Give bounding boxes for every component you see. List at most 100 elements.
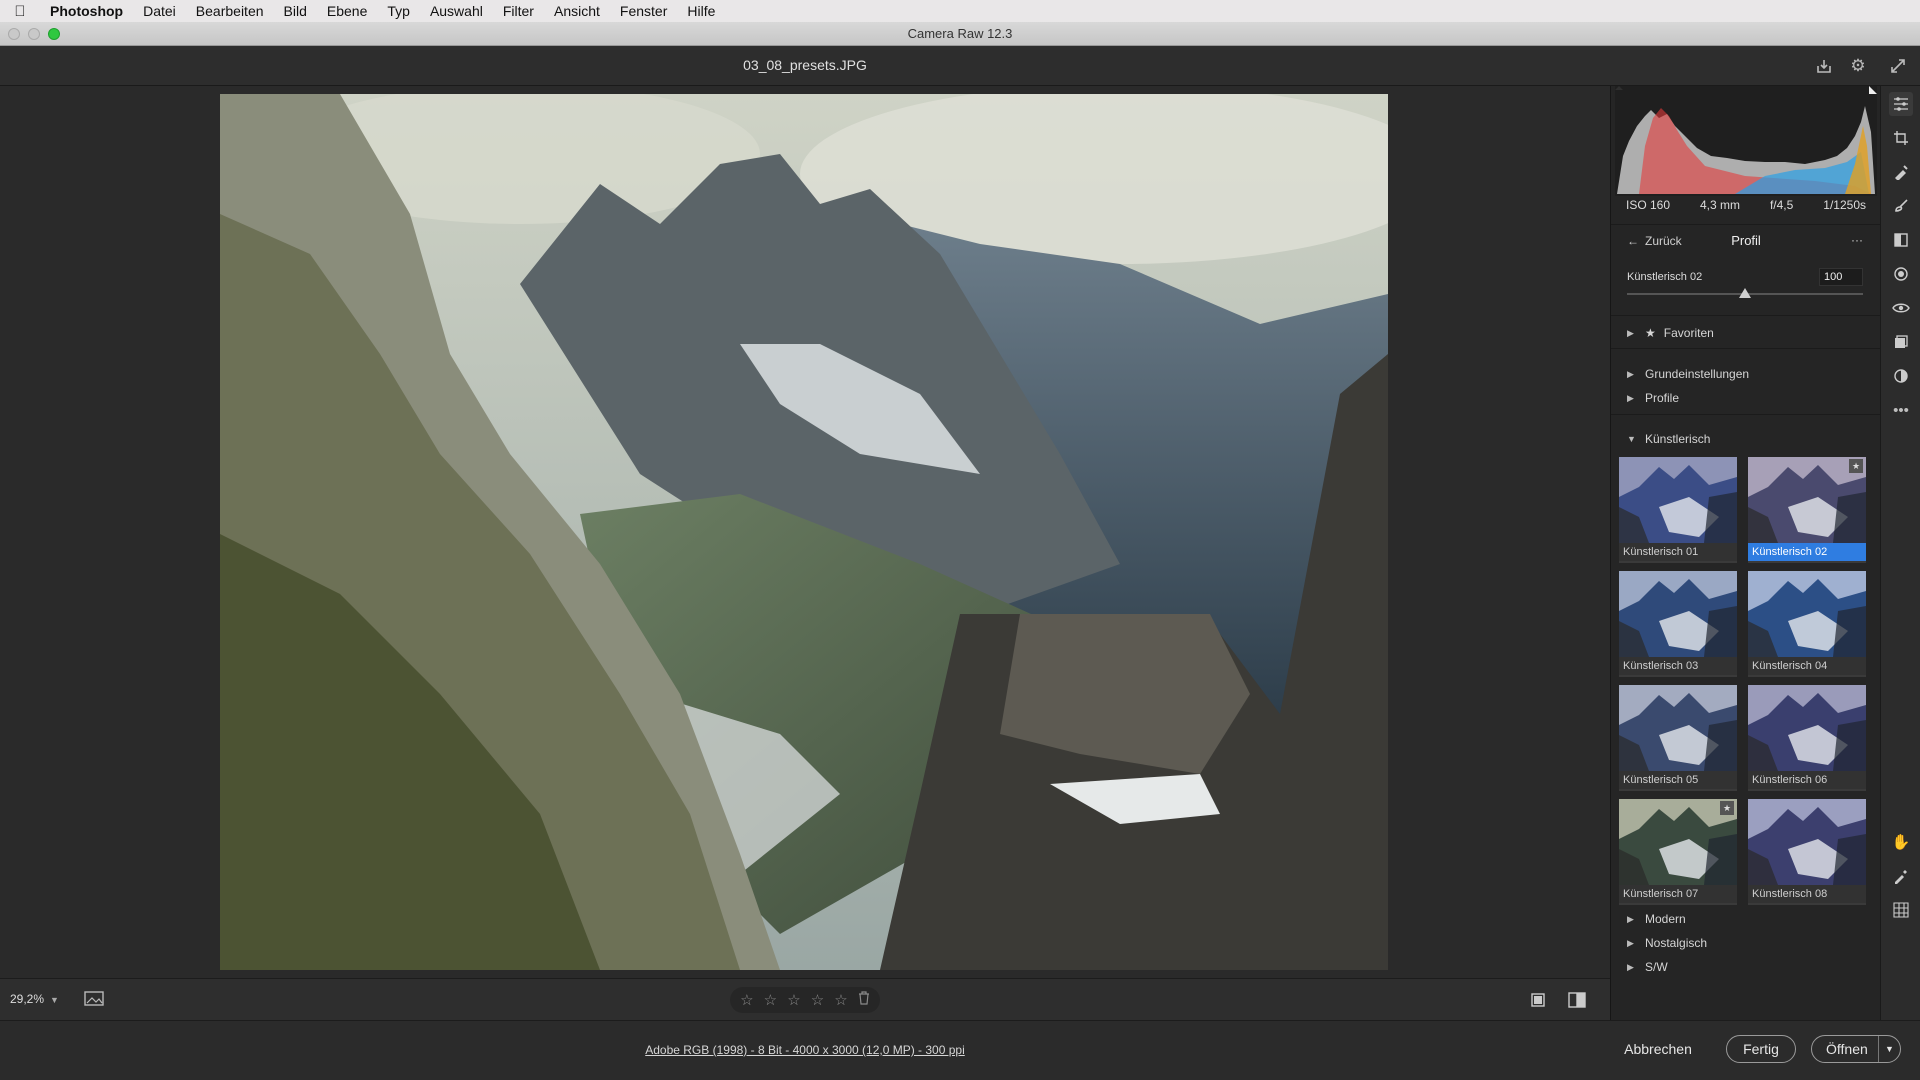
thumbnail-label: Künstlerisch 03 bbox=[1619, 657, 1737, 675]
amount-input[interactable]: 100 bbox=[1819, 268, 1863, 286]
divider bbox=[1611, 414, 1881, 415]
triangle-right-icon: ▶ bbox=[1627, 368, 1634, 379]
zoom-level: 29,2% bbox=[10, 992, 45, 1006]
open-button-label: Öffnen bbox=[1826, 1041, 1868, 1057]
thumbnail-image bbox=[1619, 685, 1737, 771]
menu-auswahl[interactable]: Auswahl bbox=[420, 3, 493, 19]
grid-icon[interactable] bbox=[1889, 898, 1913, 922]
group-label: Favoriten bbox=[1663, 326, 1714, 340]
camera-raw-header: 03_08_presets.JPG ⚙ bbox=[0, 46, 1920, 86]
profile-nav: ← Zurück Profil ··· bbox=[1611, 231, 1881, 253]
group-artistic[interactable]: ▼ Künstlerisch bbox=[1627, 432, 1710, 446]
triangle-right-icon: ▶ bbox=[1627, 961, 1634, 972]
divider bbox=[1611, 348, 1881, 349]
profile-thumbnail[interactable]: Künstlerisch 08 bbox=[1748, 799, 1866, 905]
single-view-icon[interactable] bbox=[1530, 992, 1546, 1013]
aperture-value: f/4,5 bbox=[1769, 198, 1794, 212]
star-icon[interactable]: ☆ bbox=[787, 991, 800, 1009]
color-sampler-icon[interactable] bbox=[1889, 864, 1913, 888]
crop-icon[interactable] bbox=[1889, 126, 1913, 150]
group-bw[interactable]: ▶ S/W bbox=[1627, 960, 1668, 974]
profile-thumbnail[interactable]: Künstlerisch 05 bbox=[1619, 685, 1737, 791]
star-rating: ☆ ☆ ☆ ☆ ☆ bbox=[730, 987, 880, 1013]
group-modern[interactable]: ▶ Modern bbox=[1627, 912, 1686, 926]
triangle-down-icon: ▼ bbox=[1627, 434, 1636, 444]
profile-thumbnail[interactable]: Künstlerisch 06 bbox=[1748, 685, 1866, 791]
file-name: 03_08_presets.JPG bbox=[743, 57, 867, 73]
maximize-window-button[interactable] bbox=[48, 28, 60, 40]
menu-typ[interactable]: Typ bbox=[377, 3, 420, 19]
group-favorites[interactable]: ▶ ★ Favoriten bbox=[1627, 326, 1714, 340]
menu-bearbeiten[interactable]: Bearbeiten bbox=[186, 3, 274, 19]
fullscreen-icon[interactable] bbox=[1886, 54, 1910, 78]
photo-preview[interactable] bbox=[220, 94, 1388, 970]
group-profiles[interactable]: ▶ Profile bbox=[1627, 391, 1679, 405]
chevron-down-icon: ▼ bbox=[50, 995, 59, 1005]
thumbnail-image bbox=[1619, 571, 1737, 657]
menu-bild[interactable]: Bild bbox=[274, 3, 317, 19]
profile-name: Künstlerisch 02 bbox=[1627, 271, 1703, 283]
group-label: Künstlerisch bbox=[1645, 432, 1711, 446]
group-basic[interactable]: ▶ Grundeinstellungen bbox=[1627, 367, 1749, 381]
more-tools-icon[interactable]: ••• bbox=[1889, 398, 1913, 422]
thumbnail-label: Künstlerisch 07 bbox=[1619, 885, 1737, 903]
minimize-window-button[interactable] bbox=[28, 28, 40, 40]
workflow-options-link[interactable]: Adobe RGB (1998) - 8 Bit - 4000 x 3000 (… bbox=[0, 1043, 1610, 1057]
menu-hilfe[interactable]: Hilfe bbox=[677, 3, 725, 19]
save-image-icon[interactable] bbox=[1812, 54, 1836, 78]
graduated-filter-icon[interactable] bbox=[1889, 228, 1913, 252]
group-label: Modern bbox=[1645, 912, 1686, 926]
menu-datei[interactable]: Datei bbox=[133, 3, 186, 19]
apple-icon[interactable]:  bbox=[0, 3, 40, 20]
window-titlebar: Camera Raw 12.3 bbox=[0, 22, 1920, 46]
edit-sliders-icon[interactable] bbox=[1889, 92, 1913, 116]
menu-app-photoshop[interactable]: Photoshop bbox=[40, 3, 133, 19]
brush-icon[interactable] bbox=[1889, 194, 1913, 218]
gear-icon[interactable]: ⚙ bbox=[1846, 54, 1870, 78]
done-button[interactable]: Fertig bbox=[1726, 1035, 1796, 1063]
radial-filter-icon[interactable] bbox=[1889, 262, 1913, 286]
menu-ansicht[interactable]: Ansicht bbox=[544, 3, 610, 19]
zoom-dropdown[interactable]: 29,2% ▼ bbox=[10, 992, 59, 1006]
profile-thumbnail[interactable]: Künstlerisch 04 bbox=[1748, 571, 1866, 677]
close-window-button[interactable] bbox=[8, 28, 20, 40]
triangle-right-icon: ▶ bbox=[1627, 392, 1634, 403]
chevron-down-icon[interactable]: ▼ bbox=[1878, 1036, 1900, 1062]
window-title: Camera Raw 12.3 bbox=[907, 26, 1013, 41]
favorite-star-icon[interactable]: ★ bbox=[1849, 459, 1863, 473]
more-options-icon[interactable]: ··· bbox=[1851, 233, 1863, 247]
star-icon[interactable]: ☆ bbox=[834, 991, 847, 1009]
focal-length-value: 4,3 mm bbox=[1699, 198, 1740, 212]
star-icon[interactable]: ☆ bbox=[740, 991, 753, 1009]
star-icon[interactable]: ☆ bbox=[811, 991, 824, 1009]
divider bbox=[1611, 315, 1881, 316]
profile-thumbnail[interactable]: Künstlerisch 02 ★ bbox=[1748, 457, 1866, 563]
star-icon[interactable]: ☆ bbox=[764, 991, 777, 1009]
status-bar: Adobe RGB (1998) - 8 Bit - 4000 x 3000 (… bbox=[0, 1020, 1920, 1080]
open-button[interactable]: Öffnen ▼ bbox=[1811, 1035, 1901, 1063]
menu-filter[interactable]: Filter bbox=[493, 3, 544, 19]
profile-thumbnail[interactable]: Künstlerisch 01 bbox=[1619, 457, 1737, 563]
snapshots-icon[interactable] bbox=[1889, 330, 1913, 354]
hand-icon[interactable]: ✋ bbox=[1889, 830, 1913, 854]
presets-icon[interactable] bbox=[1889, 364, 1913, 388]
trash-icon[interactable] bbox=[858, 991, 870, 1009]
filmstrip-toggle-icon[interactable] bbox=[84, 991, 106, 1014]
profile-thumbnail[interactable]: Künstlerisch 03 bbox=[1619, 571, 1737, 677]
slider-thumb[interactable] bbox=[1739, 288, 1751, 298]
thumbnail-label: Künstlerisch 02 bbox=[1748, 543, 1866, 561]
menu-fenster[interactable]: Fenster bbox=[610, 3, 677, 19]
favorite-star-icon[interactable]: ★ bbox=[1720, 801, 1734, 815]
divider bbox=[1611, 224, 1881, 225]
profile-thumbnail[interactable]: Künstlerisch 07 ★ bbox=[1619, 799, 1737, 905]
menu-ebene[interactable]: Ebene bbox=[317, 3, 377, 19]
thumbnail-image bbox=[1748, 799, 1866, 885]
red-eye-icon[interactable] bbox=[1889, 296, 1913, 320]
exif-info: ISO 160 4,3 mm f/4,5 1/1250s bbox=[1611, 198, 1881, 220]
image-canvas[interactable] bbox=[0, 86, 1610, 978]
group-label: Grundeinstellungen bbox=[1645, 367, 1750, 381]
spot-removal-icon[interactable] bbox=[1889, 160, 1913, 184]
cancel-button[interactable]: Abbrechen bbox=[1620, 1035, 1696, 1063]
before-after-icon[interactable] bbox=[1568, 992, 1586, 1013]
group-nostalgic[interactable]: ▶ Nostalgisch bbox=[1627, 936, 1707, 950]
